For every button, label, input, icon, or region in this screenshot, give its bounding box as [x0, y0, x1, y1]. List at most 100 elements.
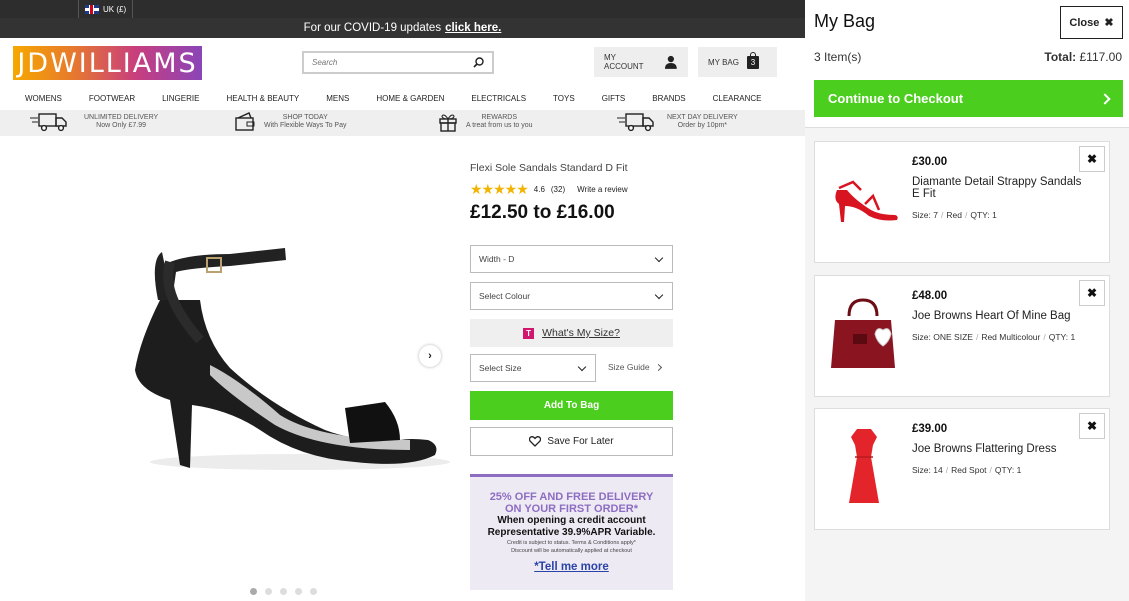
nav-clearance[interactable]: CLEARANCE — [713, 94, 762, 103]
usp-sub: Now Only £7.99 — [96, 122, 146, 129]
item-meta: Size: 7/Red / QTY: 1 — [912, 210, 997, 220]
item-colour: Red Spot — [951, 465, 987, 475]
close-icon: ✖ — [1104, 17, 1114, 29]
jdwilliams-logo[interactable]: JDWILLIAMS — [13, 46, 202, 80]
usp-next-day-delivery[interactable]: NEXT DAY DELIVERY Order by 10pm* — [617, 112, 738, 132]
gift-icon — [439, 114, 457, 132]
shopping-bag-icon: 3 — [746, 51, 759, 69]
promo-small-1: Credit is subject to status. Terms & Con… — [507, 540, 636, 546]
product-page: UK (£) For our COVID-19 updates click he… — [0, 0, 805, 601]
width-select-value: Width - D — [479, 254, 515, 264]
truck-icon — [617, 113, 654, 132]
product-rating: ★★★★★ 4.6 (32) Write a review — [470, 182, 674, 196]
covid-link[interactable]: click here. — [445, 22, 501, 34]
site-header: JDWILLIAMS MY ACCOUNT MY BAG 3 — [0, 38, 805, 86]
product-image-black-sandal[interactable] — [110, 240, 450, 480]
usp-title: REWARDS — [481, 114, 518, 121]
my-bag-button[interactable]: MY BAG 3 — [698, 47, 777, 77]
remove-item-icon[interactable]: ✖ — [1079, 146, 1105, 172]
my-account-label: MY ACCOUNT — [604, 53, 644, 71]
usp-rewards[interactable]: REWARDS A treat from us to you — [438, 112, 533, 132]
bag-panel-header: My Bag Close ✖ 3 Item(s) Total: £117.00 … — [805, 0, 1129, 128]
search-icon[interactable] — [473, 57, 484, 68]
bag-count: 3 — [750, 57, 756, 67]
item-size: Size: 7 — [912, 210, 938, 220]
nav-electricals[interactable]: ELECTRICALS — [471, 94, 526, 103]
promo-small-2: Discount will be automatically applied a… — [511, 548, 632, 554]
locale-selector[interactable]: UK (£) — [78, 0, 134, 18]
review-count[interactable]: (32) — [551, 185, 565, 194]
truck-icon — [30, 113, 67, 132]
carousel-dot[interactable] — [265, 588, 272, 595]
wallet-icon — [235, 112, 255, 131]
nav-brands[interactable]: BRANDS — [652, 94, 685, 103]
add-to-bag-button[interactable]: Add To Bag — [470, 391, 673, 420]
item-name[interactable]: Joe Browns Heart Of Mine Bag — [912, 310, 1082, 322]
item-qty: QTY: 1 — [970, 210, 997, 220]
item-meta: Size: 14/Red Spot / QTY: 1 — [912, 465, 1022, 475]
carousel-dot[interactable] — [310, 588, 317, 595]
bag-item: £39.00 Joe Browns Flattering Dress Size:… — [814, 408, 1110, 530]
promo-headline-2: ON YOUR FIRST ORDER* — [504, 503, 639, 515]
my-account-button[interactable]: MY ACCOUNT — [594, 47, 688, 77]
carousel-dot[interactable] — [295, 588, 302, 595]
main-nav: WOMENS FOOTWEAR LINGERIE HEALTH & BEAUTY… — [0, 86, 805, 110]
covid-text: For our COVID-19 updates — [303, 22, 442, 34]
promo-body-2: Representative 39.9%APR Variable. — [487, 527, 656, 538]
nav-footwear[interactable]: FOOTWEAR — [89, 94, 135, 103]
item-image-red-handbag[interactable] — [825, 294, 903, 372]
bag-item: £30.00 Diamante Detail Strappy Sandals E… — [814, 141, 1110, 263]
size-guide-link[interactable]: Size Guide — [608, 362, 662, 372]
write-review-link[interactable]: Write a review — [577, 185, 628, 194]
chevron-down-icon — [577, 362, 587, 371]
item-image-red-dress[interactable] — [825, 427, 903, 505]
promo-tell-me-more-link[interactable]: *Tell me more — [534, 561, 609, 573]
item-name[interactable]: Joe Browns Flattering Dress — [912, 443, 1082, 455]
item-image-red-sandal[interactable] — [825, 160, 903, 238]
nav-mens[interactable]: MENS — [326, 94, 349, 103]
nav-health-beauty[interactable]: HEALTH & BEAUTY — [226, 94, 299, 103]
save-for-later-button[interactable]: Save For Later — [470, 427, 673, 456]
nav-womens[interactable]: WOMENS — [25, 94, 62, 103]
item-colour: Red — [946, 210, 962, 220]
whats-my-size-button[interactable]: T What's My Size? — [470, 319, 673, 347]
bag-items-list: £30.00 Diamante Detail Strappy Sandals E… — [805, 128, 1129, 601]
usp-sub: With Flexible Ways To Pay — [264, 122, 347, 129]
product-details: Flexi Sole Sandals Standard D Fit ★★★★★ … — [470, 162, 674, 590]
nav-toys[interactable]: TOYS — [553, 94, 575, 103]
close-button[interactable]: Close ✖ — [1060, 6, 1123, 39]
whats-my-size-label: What's My Size? — [542, 327, 620, 339]
chevron-down-icon — [654, 290, 664, 299]
size-guide-label: Size Guide — [608, 362, 650, 372]
continue-to-checkout-button[interactable]: Continue to Checkout — [814, 80, 1123, 117]
bag-total-label: Total: — [1044, 50, 1077, 64]
remove-item-icon[interactable]: ✖ — [1079, 413, 1105, 439]
width-select[interactable]: Width - D — [470, 245, 673, 273]
search-box[interactable] — [302, 51, 494, 74]
rating-value: 4.6 — [533, 184, 545, 194]
usp-title: NEXT DAY DELIVERY — [667, 114, 738, 121]
usp-shop-today[interactable]: SHOP TODAY With Flexible Ways To Pay — [234, 112, 346, 132]
next-image-arrow-icon[interactable]: › — [419, 345, 441, 367]
colour-select[interactable]: Select Colour — [470, 282, 673, 310]
nav-home-garden[interactable]: HOME & GARDEN — [376, 94, 444, 103]
usp-title: UNLIMITED DELIVERY — [84, 114, 159, 121]
size-select-value: Select Size — [479, 363, 522, 373]
item-name[interactable]: Diamante Detail Strappy Sandals E Fit — [912, 176, 1082, 200]
search-input[interactable] — [312, 58, 473, 67]
item-size: Size: 14 — [912, 465, 943, 475]
size-select[interactable]: Select Size — [470, 354, 596, 382]
bag-item-count: 3 Item(s) — [814, 50, 862, 64]
item-meta: Size: ONE SIZE / Red Multicolour / QTY: 1 — [912, 332, 1076, 342]
nav-gifts[interactable]: GIFTS — [602, 94, 626, 103]
remove-item-icon[interactable]: ✖ — [1079, 280, 1105, 306]
carousel-dot[interactable] — [250, 588, 257, 595]
carousel-dot[interactable] — [280, 588, 287, 595]
star-rating-icon[interactable]: ★★★★★ — [470, 182, 529, 196]
usp-strip: UNLIMITED DELIVERY Now Only £7.99 SHOP TO… — [0, 110, 805, 136]
item-price: £39.00 — [912, 423, 948, 435]
save-for-later-label: Save For Later — [547, 436, 614, 447]
usp-unlimited-delivery[interactable]: UNLIMITED DELIVERY Now Only £7.99 — [30, 112, 158, 132]
nav-lingerie[interactable]: LINGERIE — [162, 94, 199, 103]
my-bag-label: MY BAG — [708, 57, 739, 67]
